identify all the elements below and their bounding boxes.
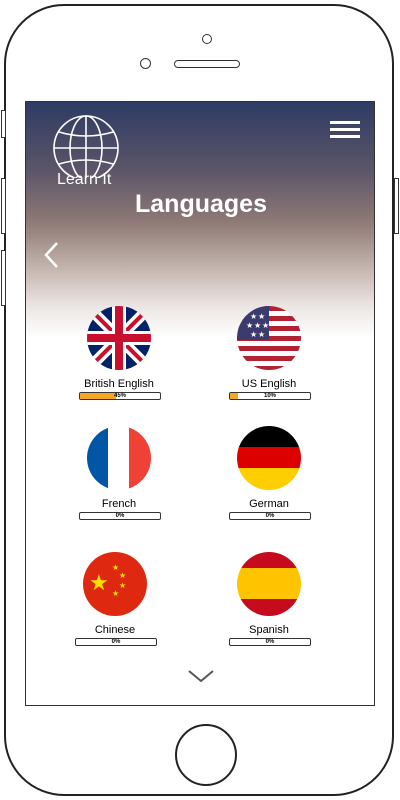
hamburger-menu-icon[interactable] (330, 121, 362, 139)
language-name: French (101, 498, 137, 510)
uk-flag-icon (87, 306, 151, 370)
volume-up-button (1, 178, 6, 234)
chevron-down-icon[interactable] (187, 668, 215, 684)
language-card-spanish[interactable]: Spanish 0% (194, 552, 344, 662)
spain-flag-icon (237, 552, 301, 616)
language-card-chinese[interactable]: ★ ★ ★ ★ ★ Chinese 0% (40, 552, 190, 662)
progress-bar: 45% (79, 392, 161, 400)
logo-text: Learn It (57, 171, 112, 188)
progress-bar: 0% (229, 638, 311, 646)
home-button[interactable] (175, 724, 237, 786)
china-flag-icon: ★ ★ ★ ★ ★ (83, 552, 147, 616)
language-card-french[interactable]: French 0% (44, 426, 194, 536)
france-flag-icon (87, 426, 151, 490)
language-name: Spanish (249, 624, 289, 636)
progress-label: 0% (265, 513, 275, 519)
svg-text:★: ★ (119, 571, 126, 580)
volume-down-button (1, 250, 6, 306)
globe-icon (53, 115, 119, 178)
svg-text:★: ★ (112, 589, 119, 598)
app-logo[interactable]: Learn It (52, 114, 120, 188)
mute-switch (1, 110, 6, 138)
progress-label: 0% (265, 639, 275, 645)
progress-label: 10% (263, 393, 276, 399)
page-title: Languages (135, 190, 267, 218)
proximity-sensor (140, 58, 151, 69)
front-camera (202, 34, 212, 44)
language-name: British English (84, 378, 154, 390)
svg-text:★: ★ (89, 571, 109, 596)
progress-bar: 0% (79, 512, 161, 520)
progress-bar: 10% (229, 392, 311, 400)
svg-text:★: ★ (119, 581, 126, 590)
progress-label: 0% (115, 513, 125, 519)
power-button (394, 178, 399, 234)
germany-flag-icon (237, 426, 301, 490)
language-card-british-english[interactable]: British English 45% (44, 306, 194, 416)
svg-text:★: ★ (262, 321, 269, 330)
svg-text:★: ★ (258, 312, 265, 321)
progress-label: 45% (113, 393, 126, 399)
language-name: US English (241, 378, 297, 390)
svg-text:★: ★ (250, 330, 257, 339)
earpiece-speaker (174, 60, 240, 68)
language-card-german[interactable]: German 0% (194, 426, 344, 536)
progress-label: 0% (111, 639, 121, 645)
app-screen: Learn It Languages British English 45% ★… (25, 101, 375, 706)
svg-text:★: ★ (250, 312, 257, 321)
us-flag-icon: ★ ★ ★ ★ ★ ★ ★ (237, 306, 301, 370)
svg-text:★: ★ (246, 321, 253, 330)
language-card-us-english[interactable]: ★ ★ ★ ★ ★ ★ ★ US English 10% (194, 306, 344, 416)
progress-bar: 0% (75, 638, 157, 646)
progress-bar: 0% (229, 512, 311, 520)
svg-text:★: ★ (254, 321, 261, 330)
language-name: Chinese (94, 624, 136, 636)
language-name: German (249, 498, 289, 510)
svg-text:★: ★ (258, 330, 265, 339)
chevron-left-icon[interactable] (42, 240, 62, 270)
